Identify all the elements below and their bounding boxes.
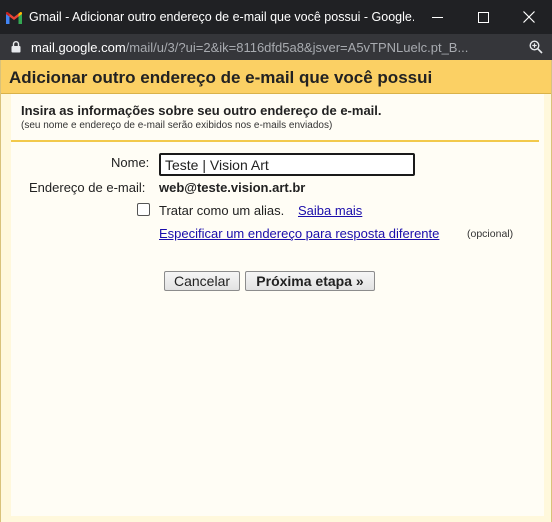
saiba-mais-link[interactable]: Saiba mais [298, 203, 362, 218]
intro-note: (seu nome e endereço de e-mail serão exi… [21, 120, 333, 131]
address-bar[interactable]: mail.google.com/mail/u/3/?ui=2&ik=8116df… [0, 34, 552, 60]
window-title: Gmail - Adicionar outro endereço de e-ma… [29, 10, 414, 24]
maximize-icon [477, 11, 489, 23]
dialog-header: Adicionar outro endereço de e-mail que v… [1, 60, 551, 94]
dialog-frame: Adicionar outro endereço de e-mail que v… [0, 60, 552, 522]
zoom-icon[interactable] [529, 40, 543, 57]
email-value: web@teste.vision.art.br [159, 180, 306, 195]
popup-window: Gmail - Adicionar outro endereço de e-ma… [0, 0, 552, 522]
dialog-title: Adicionar outro endereço de e-mail que v… [9, 68, 433, 87]
minimize-icon [431, 16, 443, 18]
optional-label: (opcional) [467, 228, 514, 240]
close-button[interactable] [506, 0, 552, 34]
url-path: /mail/u/3/?ui=2&ik=8116dfd5a8&jsver=A5vT… [125, 39, 469, 55]
url-text[interactable]: mail.google.com/mail/u/3/?ui=2&ik=8116df… [31, 40, 511, 55]
alias-label: Tratar como um alias. [159, 203, 285, 218]
minimize-button[interactable] [414, 0, 460, 34]
dialog-content: Insira as informações sobre seu outro en… [11, 94, 544, 516]
reply-to-link[interactable]: Especificar um endereço para resposta di… [159, 226, 439, 241]
separator [11, 140, 539, 142]
cancel-button[interactable]: Cancelar [164, 271, 240, 291]
alias-checkbox[interactable] [137, 203, 150, 216]
window-titlebar[interactable]: Gmail - Adicionar outro endereço de e-ma… [0, 0, 552, 34]
next-step-button[interactable]: Próxima etapa » [245, 271, 375, 291]
name-input[interactable] [159, 153, 415, 176]
intro-text: Insira as informações sobre seu outro en… [21, 103, 382, 118]
email-label: Endereço de e-mail: [29, 180, 146, 195]
gmail-icon [6, 11, 22, 24]
maximize-button[interactable] [460, 0, 506, 34]
close-icon [523, 11, 535, 23]
name-label: Nome: [111, 155, 150, 170]
url-host: mail.google.com [31, 39, 126, 55]
lock-icon[interactable] [11, 41, 21, 53]
